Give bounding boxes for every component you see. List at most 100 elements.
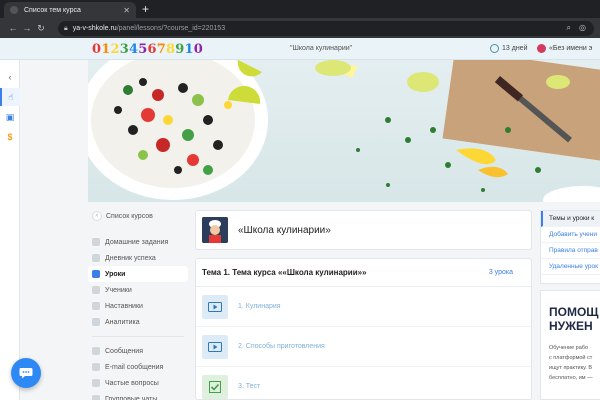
days-left: 13 дней	[502, 45, 528, 52]
address-bar[interactable]: 🔒︎ ya-v-shkole.ru/panel/lessons/?course_…	[58, 21, 594, 36]
sidebar-item[interactable]: Сообщения	[88, 343, 188, 359]
logo-digit: 0	[92, 42, 102, 57]
left-rail: ‹ ☝ ▣ $	[0, 60, 20, 400]
sidebar-nav: ‹ Список курсов Домашние задания Дневник …	[88, 208, 188, 400]
user-menu[interactable]: «Без имени э	[537, 44, 592, 53]
lesson-row[interactable]: 2. Способы приготовления	[196, 327, 531, 367]
hand-icon[interactable]: ☝	[0, 88, 20, 106]
help-text-line: Обучение рабо	[549, 345, 589, 351]
reload-icon[interactable]: ↻	[34, 23, 48, 34]
sidebar-item[interactable]: Частые вопросы	[88, 375, 188, 391]
sidebar-item-label: Домашние задания	[105, 238, 169, 246]
sidebar-item[interactable]: Групповые чаты	[88, 391, 188, 400]
lock-icon: 🔒︎	[64, 24, 68, 32]
help-text-line: с платформой ст	[549, 355, 593, 361]
lesson-row[interactable]: 3. Тест	[196, 367, 531, 400]
food-illustration	[88, 60, 600, 202]
nav-item-icon	[92, 286, 100, 294]
logo-digit: 7	[156, 42, 166, 57]
sidebar-item-label: Групповые чаты	[105, 395, 158, 400]
video-icon[interactable]: ▣	[0, 108, 20, 126]
right-menu: Темы и уроки к Добавить учени Правила отпр…	[540, 210, 600, 284]
logo-digit: 9	[175, 42, 185, 57]
tab-title: Список тем курса	[24, 6, 81, 14]
sidebar-item[interactable]: Аналитика	[88, 314, 188, 330]
topic-title: Тема 1. Тема курса ««Школа кулинарии»»	[202, 268, 367, 277]
url-host: ya-v-shkole.ru	[72, 25, 117, 32]
right-menu-item[interactable]: Темы и уроки к	[541, 211, 600, 227]
back-to-courses-link[interactable]: ‹ Список курсов	[88, 208, 188, 224]
nav-item-icon	[92, 347, 100, 355]
help-title-line2: НУЖЕН	[549, 319, 593, 333]
help-text-line: ищут практику. В	[549, 365, 593, 371]
browser-tab[interactable]: Список тем курса ✕	[4, 2, 136, 18]
nav-item-icon	[92, 302, 100, 310]
close-icon[interactable]: ✕	[123, 6, 130, 15]
course-card: «Школа кулинарии»	[195, 210, 532, 250]
dollar-icon[interactable]: $	[0, 128, 20, 146]
user-name: «Без имени э	[549, 45, 593, 52]
favicon-icon	[10, 6, 18, 14]
lesson-name[interactable]: 2. Способы приготовления	[238, 343, 325, 350]
sidebar-item[interactable]: E-mail сообщения	[88, 359, 188, 375]
right-menu-item[interactable]: Удаленные урок	[541, 259, 600, 275]
forward-arrow-icon[interactable]: →	[20, 23, 34, 33]
logo-digit: 3	[119, 42, 129, 57]
topic-header[interactable]: Тема 1. Тема курса ««Школа кулинарии»» 3…	[196, 259, 531, 287]
nav-item-icon	[92, 363, 100, 371]
nav-item-icon	[92, 379, 100, 387]
app-header: 012345678910 "Школа кулинарии" 13 дней «…	[0, 38, 600, 60]
new-tab-button[interactable]: +	[142, 2, 149, 16]
collapse-chevron-icon[interactable]: ‹	[0, 68, 20, 86]
subscription-days: 13 дней	[490, 44, 527, 53]
right-menu-item[interactable]: Добавить учени	[541, 227, 600, 243]
sidebar-item-label: Дневник успеха	[105, 254, 156, 262]
sidebar-item[interactable]: Уроки	[88, 266, 188, 282]
clock-icon	[490, 44, 499, 53]
lesson-row[interactable]: 1. Кулинария	[196, 287, 531, 327]
sidebar-item-label: Частые вопросы	[105, 379, 159, 387]
user-icon	[537, 44, 546, 53]
lessons-card: Тема 1. Тема курса ««Школа кулинарии»» 3…	[195, 258, 532, 400]
logo-digit: 1	[101, 42, 111, 57]
sidebar-item[interactable]: Домашние задания	[88, 234, 188, 250]
nav-item-icon	[92, 270, 100, 278]
logo-digit: 2	[110, 42, 120, 57]
right-menu-item[interactable]: Правила отправ	[541, 243, 600, 259]
chat-button[interactable]	[11, 358, 41, 388]
sidebar-item[interactable]: Ученики	[88, 282, 188, 298]
browser-tab-bar: Список тем курса ✕ +	[0, 0, 600, 18]
logo-digit: 0	[193, 42, 203, 57]
help-text-line: бесплатно, им —	[549, 375, 593, 381]
lesson-name[interactable]: 1. Кулинария	[238, 303, 281, 310]
logo-digit: 4	[129, 42, 139, 57]
hero-banner	[88, 60, 600, 202]
zoom-icon[interactable]: ⌕	[567, 23, 571, 33]
back-link-label: Список курсов	[106, 212, 153, 220]
chef-image	[202, 217, 228, 243]
nav-item-icon	[92, 254, 100, 262]
sidebar-item-label: Наставники	[105, 302, 143, 310]
url-path: /panel/lessons/?course_id=220153	[116, 25, 226, 32]
help-card: ПОМОЩ НУЖЕН Обучение рабо с платформой ст…	[540, 290, 600, 400]
sidebar-item-label: Уроки	[105, 270, 126, 278]
site-logo[interactable]: 012345678910	[92, 42, 203, 57]
logo-digit: 8	[166, 42, 176, 57]
sidebar-item-label: Аналитика	[105, 318, 140, 326]
back-arrow-icon[interactable]: ←	[6, 23, 20, 33]
sidebar-item[interactable]: Дневник успеха	[88, 250, 188, 266]
nav-item-icon	[92, 395, 100, 400]
nav-item-icon	[92, 238, 100, 246]
chat-icon	[19, 368, 33, 379]
topic-lesson-count[interactable]: 3 урока	[489, 269, 513, 276]
help-title-line1: ПОМОЩ	[549, 305, 599, 319]
sidebar-item[interactable]: Наставники	[88, 298, 188, 314]
logo-digit: 1	[184, 42, 194, 57]
course-title: «Школа кулинарии»	[238, 224, 331, 236]
lesson-name[interactable]: 3. Тест	[238, 383, 260, 390]
sidebar-item-label: Сообщения	[105, 347, 143, 355]
video-play-icon	[202, 334, 228, 359]
chevron-left-icon: ‹	[92, 211, 102, 221]
eye-off-icon[interactable]: ◎	[579, 23, 586, 33]
nav-item-icon	[92, 318, 100, 326]
